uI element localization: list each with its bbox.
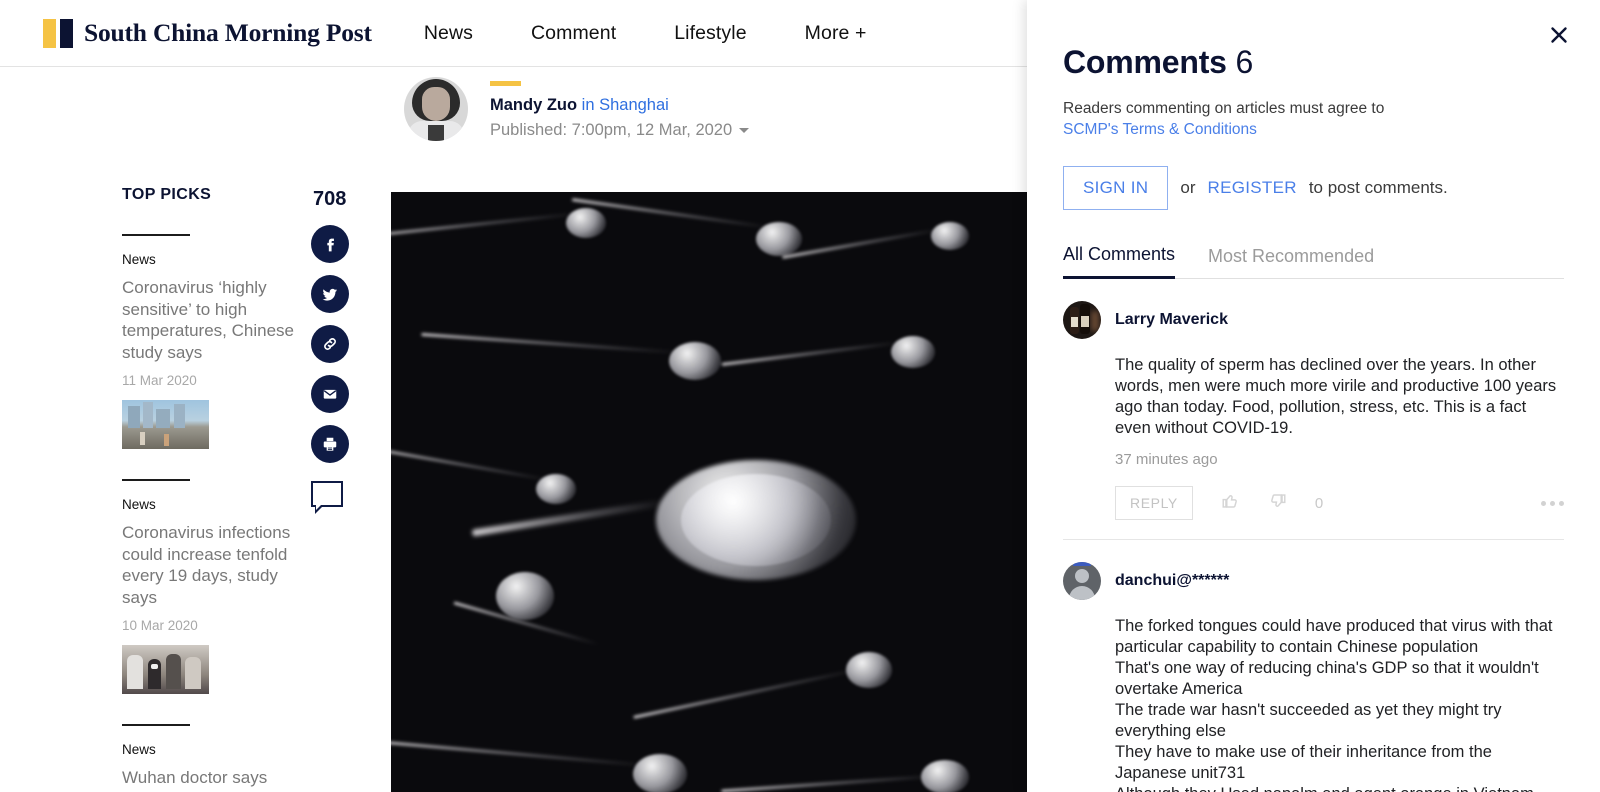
avatar[interactable] — [1063, 562, 1101, 600]
author-location[interactable]: in Shanghai — [582, 96, 669, 114]
author-name[interactable]: Mandy Zuo — [490, 96, 577, 114]
comment-item: Larry Maverick The quality of sperm has … — [1063, 279, 1564, 520]
article-hero-image — [391, 192, 1027, 792]
comment-bubble-icon[interactable] — [311, 481, 343, 514]
divider — [122, 724, 190, 726]
top-picks-item-1[interactable]: News Coronavirus ‘highly sensitive’ to h… — [122, 234, 297, 449]
item-title[interactable]: Coronavirus ‘highly sensitive’ to high t… — [122, 277, 297, 363]
nav-item-comment[interactable]: Comment — [531, 22, 616, 45]
top-picks-item-2[interactable]: News Coronavirus infections could increa… — [122, 479, 297, 694]
comments-count: 6 — [1235, 44, 1254, 80]
close-icon[interactable] — [1546, 22, 1572, 48]
tab-most-recommended[interactable]: Most Recommended — [1208, 246, 1374, 278]
comment-username[interactable]: danchui@****** — [1115, 572, 1229, 590]
register-link[interactable]: REGISTER — [1208, 178, 1297, 198]
article-byline: Mandy Zuo in Shanghai Published: 7:00pm,… — [0, 67, 1027, 164]
tab-all-comments[interactable]: All Comments — [1063, 244, 1176, 279]
auth-row: SIGN IN or REGISTER to post comments. — [1063, 166, 1564, 210]
item-title[interactable]: Wuhan doctor says — [122, 767, 297, 789]
scmp-logo[interactable]: South China Morning Post — [43, 18, 372, 48]
item-date: 11 Mar 2020 — [122, 373, 197, 388]
comment-timestamp: 37 minutes ago — [1115, 451, 1218, 468]
item-date: 10 Mar 2020 — [122, 618, 198, 633]
facebook-icon[interactable] — [311, 225, 349, 263]
nav-item-lifestyle[interactable]: Lifestyle — [674, 22, 746, 45]
comment-actions: REPLY 0 — [1115, 486, 1564, 520]
logo-navy-bar — [60, 18, 73, 48]
sign-in-button[interactable]: SIGN IN — [1063, 166, 1169, 210]
author-avatar — [404, 77, 468, 141]
comments-title-word: Comments — [1063, 44, 1227, 80]
terms-link[interactable]: SCMP's Terms & Conditions — [1063, 121, 1257, 138]
share-rail: 708 — [311, 188, 351, 514]
avatar[interactable] — [1063, 301, 1101, 339]
logo-yellow-bar — [43, 18, 56, 48]
item-kicker: News — [122, 252, 156, 267]
link-icon[interactable] — [311, 325, 349, 363]
thumbs-down-icon[interactable] — [1267, 490, 1289, 517]
email-icon[interactable] — [311, 375, 349, 413]
top-picks-column: TOP PICKS News Coronavirus ‘highly sensi… — [122, 186, 297, 789]
logo-wordmark: South China Morning Post — [84, 18, 372, 47]
comments-title: Comments 6 — [1063, 44, 1564, 81]
comment-body: The forked tongues could have produced t… — [1115, 617, 1553, 792]
byline-accent-bar — [490, 81, 521, 86]
item-thumbnail — [122, 645, 209, 694]
more-options-icon[interactable] — [1541, 500, 1564, 506]
item-thumbnail — [122, 400, 209, 449]
comment-user-row: danchui@****** — [1063, 562, 1564, 600]
item-kicker: News — [122, 742, 156, 757]
comments-agreement: Readers commenting on articles must agre… — [1063, 98, 1564, 140]
thumbs-up-icon[interactable] — [1219, 490, 1241, 517]
primary-nav: News Comment Lifestyle More + — [424, 22, 867, 45]
item-kicker: News — [122, 497, 156, 512]
page-root: South China Morning Post News Comment Li… — [0, 0, 1600, 792]
item-title[interactable]: Coronavirus infections could increase te… — [122, 522, 297, 608]
byline-author-row: Mandy Zuo in Shanghai — [490, 95, 749, 115]
twitter-icon[interactable] — [311, 275, 349, 313]
divider — [122, 479, 190, 481]
publish-date[interactable]: Published: 7:00pm, 12 Mar, 2020 — [490, 121, 750, 140]
comments-panel: Comments 6 Readers commenting on article… — [1027, 0, 1600, 792]
or-label: or — [1180, 178, 1196, 197]
nav-item-news[interactable]: News — [424, 22, 473, 45]
vote-count: 0 — [1314, 494, 1324, 512]
comment-username[interactable]: Larry Maverick — [1115, 311, 1228, 329]
top-picks-heading: TOP PICKS — [122, 186, 212, 203]
top-picks-item-3[interactable]: News Wuhan doctor says — [122, 724, 297, 789]
comment-body: The quality of sperm has declined over t… — [1115, 356, 1557, 437]
comments-header: Comments 6 Readers commenting on article… — [1027, 0, 1600, 210]
share-count: 708 — [313, 188, 347, 210]
reply-button[interactable]: REPLY — [1115, 486, 1193, 520]
chevron-down-icon[interactable] — [739, 128, 750, 134]
agreement-text: Readers commenting on articles must agre… — [1063, 100, 1385, 117]
post-comments-hint: to post comments. — [1308, 178, 1448, 197]
nav-item-more[interactable]: More + — [805, 22, 867, 45]
comment-user-row: Larry Maverick — [1063, 301, 1564, 339]
comments-list: Larry Maverick The quality of sperm has … — [1063, 279, 1564, 792]
comment-item: danchui@****** The forked tongues could … — [1063, 539, 1564, 792]
comments-tabs: All Comments Most Recommended — [1063, 244, 1564, 279]
divider — [122, 234, 190, 236]
print-icon[interactable] — [311, 425, 349, 463]
